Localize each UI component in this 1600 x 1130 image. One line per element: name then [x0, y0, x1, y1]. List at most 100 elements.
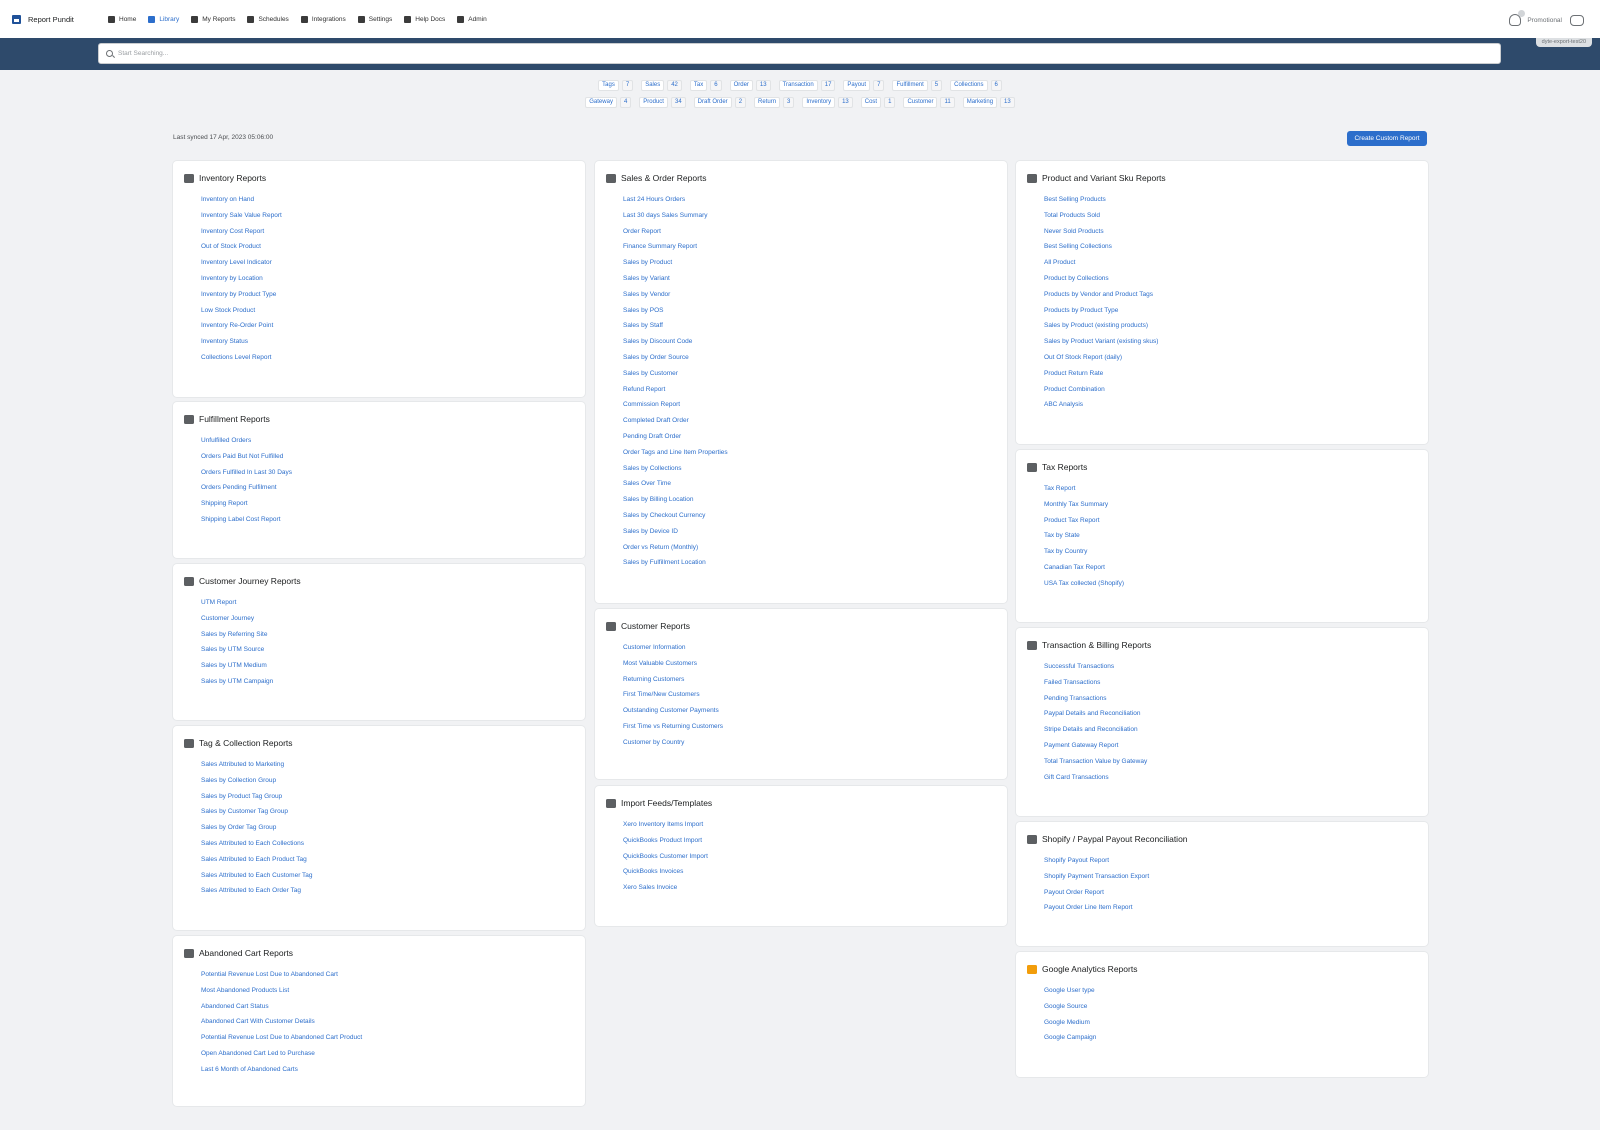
- report-link[interactable]: Xero Sales Invoice: [623, 883, 1007, 899]
- nav-item-settings[interactable]: Settings: [357, 15, 392, 23]
- report-link[interactable]: Inventory by Location: [201, 274, 585, 290]
- report-link[interactable]: Shipping Report: [201, 499, 585, 515]
- report-link[interactable]: Orders Paid But Not Fulfilled: [201, 452, 585, 468]
- report-link[interactable]: Out Of Stock Report (daily): [1044, 353, 1428, 369]
- report-link[interactable]: Sales Attributed to Marketing: [201, 760, 585, 776]
- bell-icon[interactable]: [1509, 10, 1526, 26]
- report-link[interactable]: Pending Transactions: [1044, 694, 1428, 710]
- report-link[interactable]: Google Source: [1044, 1002, 1428, 1018]
- report-link[interactable]: Order Tags and Line Item Properties: [623, 448, 1007, 464]
- filter-chip-order[interactable]: Order 13: [729, 80, 771, 91]
- report-link[interactable]: Abandoned Cart Status: [201, 1002, 585, 1018]
- report-link[interactable]: Returning Customers: [623, 675, 1007, 691]
- report-link[interactable]: Sales by Product Tag Group: [201, 792, 585, 808]
- report-link[interactable]: Sales by UTM Campaign: [201, 677, 585, 693]
- report-link[interactable]: Refund Report: [623, 385, 1007, 401]
- report-link[interactable]: Products by Product Type: [1044, 306, 1428, 322]
- report-link[interactable]: Low Stock Product: [201, 306, 585, 322]
- report-link[interactable]: Best Selling Products: [1044, 195, 1428, 211]
- report-link[interactable]: Sales by Billing Location: [623, 495, 1007, 511]
- report-link[interactable]: Sales by Order Tag Group: [201, 823, 585, 839]
- filter-chip-return[interactable]: Return 3: [754, 97, 795, 108]
- report-link[interactable]: Last 30 days Sales Summary: [623, 211, 1007, 227]
- report-link[interactable]: Pending Draft Order: [623, 432, 1007, 448]
- filter-chip-draft-order[interactable]: Draft Order 2: [693, 97, 747, 108]
- report-link[interactable]: Sales by UTM Medium: [201, 661, 585, 677]
- report-link[interactable]: Never Sold Products: [1044, 227, 1428, 243]
- report-link[interactable]: Sales by Referring Site: [201, 630, 585, 646]
- report-link[interactable]: Sales Attributed to Each Product Tag: [201, 855, 585, 871]
- search-box[interactable]: [98, 43, 1501, 64]
- report-link[interactable]: Orders Pending Fulfilment: [201, 483, 585, 499]
- report-link[interactable]: Sales Over Time: [623, 479, 1007, 495]
- report-link[interactable]: Payout Order Report: [1044, 888, 1428, 904]
- report-link[interactable]: Order vs Return (Monthly): [623, 543, 1007, 559]
- filter-chip-transaction[interactable]: Transaction 17: [778, 80, 836, 91]
- report-link[interactable]: Payout Order Line Item Report: [1044, 903, 1428, 919]
- report-link[interactable]: Order Report: [623, 227, 1007, 243]
- report-link[interactable]: Sales by Product Variant (existing skus): [1044, 337, 1428, 353]
- filter-chip-product[interactable]: Product 34: [639, 97, 686, 108]
- report-link[interactable]: Orders Fulfilled In Last 30 Days: [201, 468, 585, 484]
- report-link[interactable]: Sales by Product: [623, 258, 1007, 274]
- report-link[interactable]: Payment Gateway Report: [1044, 741, 1428, 757]
- report-link[interactable]: Sales by Variant: [623, 274, 1007, 290]
- filter-chip-collections[interactable]: Collections 6: [950, 80, 1002, 91]
- report-link[interactable]: Inventory on Hand: [201, 195, 585, 211]
- report-link[interactable]: Gift Card Transactions: [1044, 773, 1428, 789]
- report-link[interactable]: Sales by POS: [623, 306, 1007, 322]
- report-link[interactable]: Google Campaign: [1044, 1033, 1428, 1049]
- report-link[interactable]: Total Products Sold: [1044, 211, 1428, 227]
- report-link[interactable]: Sales by Device ID: [623, 527, 1007, 543]
- report-link[interactable]: Stripe Details and Reconciliation: [1044, 725, 1428, 741]
- report-link[interactable]: All Product: [1044, 258, 1428, 274]
- brand[interactable]: Report Pundit: [12, 14, 96, 24]
- report-link[interactable]: Monthly Tax Summary: [1044, 500, 1428, 516]
- report-link[interactable]: Shipping Label Cost Report: [201, 515, 585, 531]
- report-link[interactable]: Potential Revenue Lost Due to Abandoned …: [201, 970, 585, 986]
- create-custom-report-button[interactable]: Create Custom Report: [1347, 131, 1427, 146]
- nav-item-admin[interactable]: Admin: [457, 15, 487, 23]
- report-link[interactable]: Potential Revenue Lost Due to Abandoned …: [201, 1033, 585, 1049]
- report-link[interactable]: Open Abandoned Cart Led to Purchase: [201, 1049, 585, 1065]
- report-link[interactable]: Last 6 Month of Abandoned Carts: [201, 1065, 585, 1081]
- report-link[interactable]: Commission Report: [623, 400, 1007, 416]
- report-link[interactable]: Successful Transactions: [1044, 662, 1428, 678]
- report-link[interactable]: Customer by Country: [623, 738, 1007, 754]
- chat-icon[interactable]: [1570, 14, 1584, 26]
- nav-item-integrations[interactable]: Integrations: [300, 15, 346, 23]
- report-link[interactable]: Sales Attributed to Each Order Tag: [201, 886, 585, 902]
- search-input[interactable]: [118, 50, 1418, 57]
- filter-chip-inventory[interactable]: Inventory 13: [802, 97, 853, 108]
- report-link[interactable]: Sales by UTM Source: [201, 645, 585, 661]
- report-link[interactable]: Product Return Rate: [1044, 369, 1428, 385]
- report-link[interactable]: Product Combination: [1044, 385, 1428, 401]
- report-link[interactable]: ABC Analysis: [1044, 400, 1428, 416]
- nav-item-library[interactable]: Library: [148, 15, 179, 23]
- report-link[interactable]: Paypal Details and Reconciliation: [1044, 709, 1428, 725]
- nav-item-schedules[interactable]: Schedules: [247, 15, 289, 23]
- report-link[interactable]: Sales Attributed to Each Customer Tag: [201, 871, 585, 887]
- report-link[interactable]: First Time/New Customers: [623, 690, 1007, 706]
- report-link[interactable]: Sales by Collections: [623, 464, 1007, 480]
- report-link[interactable]: Sales by Fulfillment Location: [623, 558, 1007, 574]
- report-link[interactable]: Shopify Payout Report: [1044, 856, 1428, 872]
- report-link[interactable]: Google User type: [1044, 986, 1428, 1002]
- report-link[interactable]: Product by Collections: [1044, 274, 1428, 290]
- nav-item-home[interactable]: Home: [108, 15, 136, 23]
- report-link[interactable]: QuickBooks Invoices: [623, 867, 1007, 883]
- report-link[interactable]: Sales by Staff: [623, 321, 1007, 337]
- report-link[interactable]: Total Transaction Value by Gateway: [1044, 757, 1428, 773]
- report-link[interactable]: Finance Summary Report: [623, 242, 1007, 258]
- report-link[interactable]: Products by Vendor and Product Tags: [1044, 290, 1428, 306]
- report-link[interactable]: Sales by Discount Code: [623, 337, 1007, 353]
- filter-chip-marketing[interactable]: Marketing 13: [962, 97, 1015, 108]
- report-link[interactable]: Sales by Order Source: [623, 353, 1007, 369]
- report-link[interactable]: Tax by State: [1044, 531, 1428, 547]
- report-link[interactable]: Sales by Checkout Currency: [623, 511, 1007, 527]
- report-link[interactable]: Google Medium: [1044, 1018, 1428, 1034]
- filter-chip-fulfillment[interactable]: Fulfillment 5: [892, 80, 943, 91]
- report-link[interactable]: Shopify Payment Transaction Export: [1044, 872, 1428, 888]
- filter-chip-cost[interactable]: Cost 1: [860, 97, 896, 108]
- report-link[interactable]: Inventory by Product Type: [201, 290, 585, 306]
